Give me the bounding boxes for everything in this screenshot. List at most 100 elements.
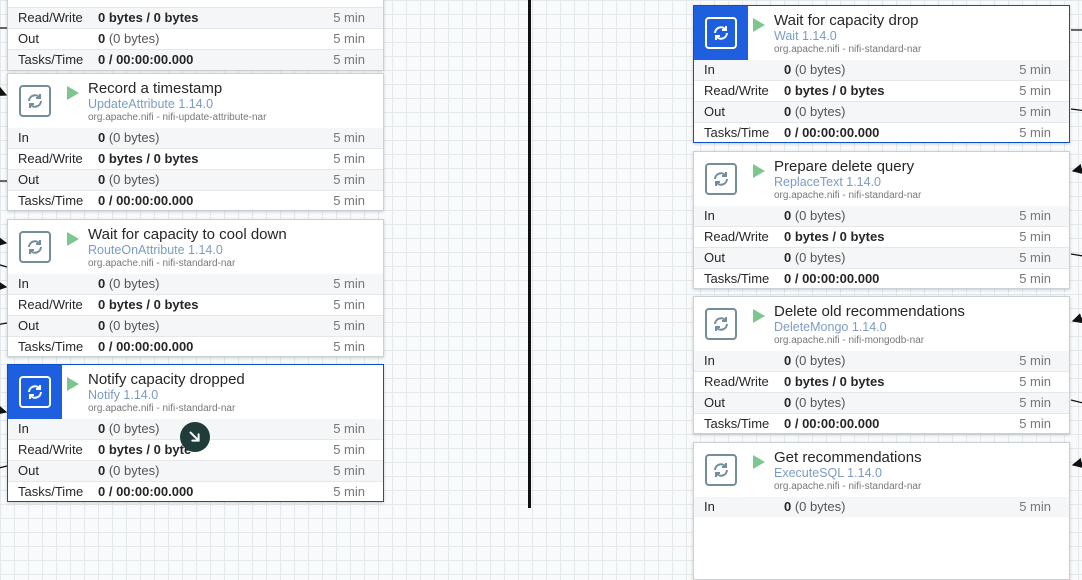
stat-value: 0 (0 bytes) <box>98 276 160 291</box>
stat-label: Read/Write <box>18 442 83 457</box>
run-status-icon <box>67 86 79 100</box>
flow-canvas[interactable]: Read/Write 0 bytes / 0 bytes 5 min Out 0… <box>0 0 1082 580</box>
stat-value: 0 (0 bytes) <box>784 395 846 410</box>
connection-line <box>0 465 8 469</box>
processor-record-a-timestamp[interactable]: Record a timestamp UpdateAttribute 1.14.… <box>7 73 384 211</box>
stat-row-out: Out 0 (0 bytes) 5 min <box>8 28 383 49</box>
stat-value: 0 (0 bytes) <box>98 318 160 333</box>
stat-label: Tasks/Time <box>18 339 84 354</box>
processor-card[interactable]: Read/Write 0 bytes / 0 bytes 5 min Out 0… <box>7 0 384 70</box>
processor-type: UpdateAttribute 1.14.0 <box>88 97 214 111</box>
stat-period: 5 min <box>1019 208 1051 223</box>
drag-cursor-icon <box>180 422 210 452</box>
stat-label: In <box>704 208 715 223</box>
stat-value: 0 (0 bytes) <box>98 130 160 145</box>
processor-type: ExecuteSQL 1.14.0 <box>774 466 882 480</box>
processor-prepare-delete-query[interactable]: Prepare delete query ReplaceText 1.14.0 … <box>693 151 1070 289</box>
connection-line <box>1070 108 1082 112</box>
stat-label: Out <box>18 172 39 187</box>
connection-line <box>0 280 8 292</box>
stat-label: Out <box>704 250 725 265</box>
stat-row-out: Out 0 (0 bytes) 5 min <box>694 101 1069 122</box>
stat-label: Tasks/Time <box>18 484 84 499</box>
stat-period: 5 min <box>1019 499 1051 514</box>
stat-value: 0 (0 bytes) <box>784 250 846 265</box>
stat-period: 5 min <box>1019 125 1051 140</box>
stat-row-tasks-time: Tasks/Time 0 / 00:00:00.000 5 min <box>694 122 1069 143</box>
processor-bundle: org.apache.nifi - nifi-update-attribute-… <box>88 112 267 123</box>
stat-row-tasks-time: Tasks/Time 0 / 00:00:00.000 5 min <box>8 49 383 70</box>
stat-row-in: In 0 (0 bytes) 5 min <box>694 206 1069 226</box>
stat-label: In <box>704 499 715 514</box>
label-divider <box>528 0 531 508</box>
stat-value: 0 / 00:00:00.000 <box>784 416 880 431</box>
stat-value: 0 (0 bytes) <box>784 104 846 119</box>
stat-label: Read/Write <box>704 229 769 244</box>
processor-type: DeleteMongo 1.14.0 <box>774 320 887 334</box>
stat-label: Tasks/Time <box>18 193 84 208</box>
stat-row-in <box>8 0 383 7</box>
stat-value: 0 / 00:00:00.000 <box>784 125 880 140</box>
stat-period: 5 min <box>1019 104 1051 119</box>
processor-wait-for-capacity-to-cool-down[interactable]: Wait for capacity to cool down RouteOnAt… <box>7 219 384 357</box>
stat-row-in: In 0 (0 bytes) 5 min <box>8 274 383 294</box>
stat-period: 5 min <box>1019 395 1051 410</box>
stat-period: 5 min <box>1019 416 1051 431</box>
stat-label: In <box>18 421 29 436</box>
stat-row-read-write: Read/Write 0 bytes / 0 bytes 5 min <box>694 226 1069 247</box>
processor-name: Prepare delete query <box>774 158 915 175</box>
processor-bundle: org.apache.nifi - nifi-mongodb-nar <box>774 335 925 346</box>
stat-row-in: In 0 (0 bytes) 5 min <box>8 128 383 148</box>
stat-label: Read/Write <box>18 10 83 25</box>
stat-value: 0 (0 bytes) <box>784 353 846 368</box>
processor-get-recommendations[interactable]: Get recommendations ExecuteSQL 1.14.0 or… <box>693 442 1070 580</box>
run-status-icon <box>753 164 765 178</box>
run-status-icon <box>753 455 765 469</box>
processor-type: Wait 1.14.0 <box>774 29 837 43</box>
stat-period: 5 min <box>1019 250 1051 265</box>
stat-row-read-write: Read/Write 0 bytes / 0 bytes 5 min <box>694 80 1069 101</box>
stat-value: 0 bytes / 0 bytes <box>98 297 199 312</box>
connection-line <box>0 404 8 415</box>
stat-period: 5 min <box>1019 62 1051 77</box>
stat-row-tasks-time: Tasks/Time 0 / 00:00:00.000 5 min <box>8 190 383 211</box>
processor-delete-old-recommendations[interactable]: Delete old recommendations DeleteMongo 1… <box>693 296 1070 434</box>
stat-period: 5 min <box>333 421 365 436</box>
connection-line <box>0 264 8 268</box>
stat-value: 0 (0 bytes) <box>98 421 160 436</box>
stat-row-in: In 0 (0 bytes) 5 min <box>694 497 1069 517</box>
stat-value: 0 bytes / 0 bytes <box>98 151 199 166</box>
stat-row-tasks-time: Tasks/Time 0 / 00:00:00.000 5 min <box>8 481 383 502</box>
stat-period: 5 min <box>1019 83 1051 98</box>
stat-period: 5 min <box>333 10 365 25</box>
stat-period: 5 min <box>333 31 365 46</box>
stat-label: In <box>704 62 715 77</box>
stat-period: 5 min <box>333 172 365 187</box>
processor-name: Notify capacity dropped <box>88 371 245 388</box>
stat-label: Out <box>18 31 39 46</box>
run-status-icon <box>67 232 79 246</box>
run-status-icon <box>753 18 765 32</box>
stat-label: Out <box>704 395 725 410</box>
stat-label: In <box>18 276 29 291</box>
stat-period: 5 min <box>333 463 365 478</box>
processor-name: Delete old recommendations <box>774 303 965 320</box>
stat-value: 0 (0 bytes) <box>98 31 160 46</box>
stat-period: 5 min <box>333 484 365 499</box>
stat-row-read-write: Read/Write 0 bytes / 0 bytes 5 min <box>8 294 383 315</box>
stat-label: In <box>704 353 715 368</box>
stat-value: 0 / 00:00:00.000 <box>98 52 194 67</box>
processor-bundle: org.apache.nifi - nifi-standard-nar <box>774 190 922 201</box>
stat-label: Out <box>704 104 725 119</box>
processor-icon <box>694 152 748 206</box>
connection-line <box>0 322 8 325</box>
processor-icon <box>8 74 62 128</box>
processor-wait-for-capacity-drop[interactable]: Wait for capacity drop Wait 1.14.0 org.a… <box>693 5 1070 143</box>
stat-value: 0 bytes / 0 bytes <box>98 10 199 25</box>
processor-icon <box>8 220 62 274</box>
processor-type: RouteOnAttribute 1.14.0 <box>88 243 223 257</box>
stat-period: 5 min <box>333 193 365 208</box>
stat-label: In <box>18 130 29 145</box>
stat-label: Read/Write <box>704 83 769 98</box>
stat-value: 0 (0 bytes) <box>784 208 846 223</box>
